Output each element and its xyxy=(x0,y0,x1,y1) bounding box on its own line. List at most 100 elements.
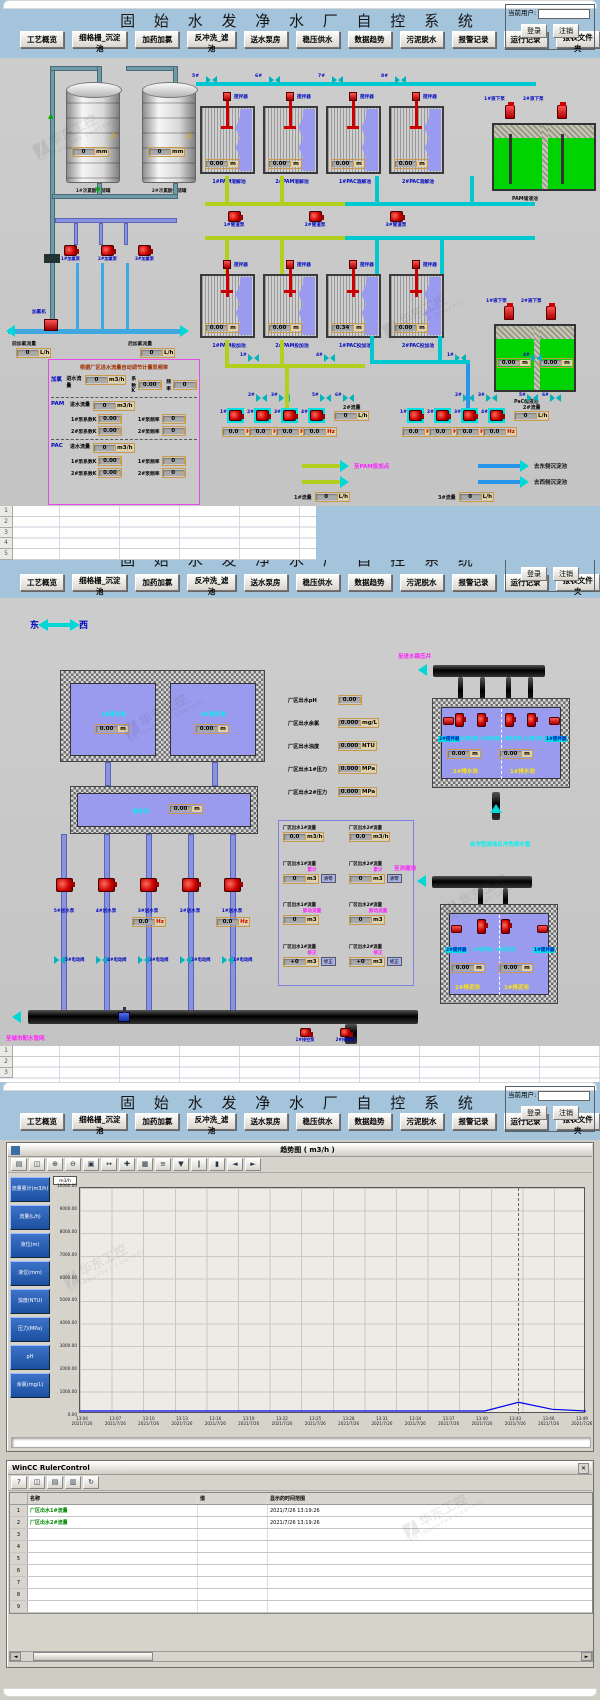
metering-pump[interactable]: 3# 0.0Hz xyxy=(456,408,483,437)
nav-button[interactable]: 加药加氯 xyxy=(135,574,179,591)
mixer-icon[interactable] xyxy=(220,260,234,300)
nav-button[interactable]: 报警记录 xyxy=(452,574,496,591)
export-icon[interactable]: ▤ xyxy=(11,1158,27,1171)
storage-tank[interactable]: ⚠ 0mm 2#次氯酸钠储罐 xyxy=(142,88,196,194)
dosing-tank[interactable]: 搅拌器 0.34m 1#PAC投加池 xyxy=(326,274,381,338)
dissolve-tank[interactable]: 8# 搅拌器 0.00m 2#PAC溶解池 xyxy=(389,106,444,174)
help-icon[interactable]: ? xyxy=(11,1476,27,1489)
valve[interactable]: 2# xyxy=(256,394,267,404)
nav-button[interactable]: 工艺概览 xyxy=(20,1113,64,1130)
valve-icon[interactable] xyxy=(269,76,280,84)
submersible-pump-icon[interactable] xyxy=(546,306,556,320)
coef-input[interactable]: 0.00 xyxy=(99,428,121,434)
table-row[interactable]: 2 厂区出水2#流量 2021/7/26 13:19:26 xyxy=(10,1517,592,1529)
select-curves-icon[interactable]: ≡ xyxy=(155,1158,171,1171)
logout-button[interactable]: 注销 xyxy=(553,24,579,38)
metering-pump[interactable]: 1# 0.0Hz xyxy=(222,408,249,437)
metering-pump[interactable]: 4# 0.0Hz xyxy=(303,408,330,437)
storage-tank[interactable]: ⚠ 0mm 1#次氯酸钠储罐 xyxy=(66,88,120,194)
zoom-area-icon[interactable]: ▣ xyxy=(83,1158,99,1171)
valve[interactable]: 6# xyxy=(550,394,561,404)
supply-pump[interactable]: 5#送水泵 xyxy=(48,878,80,927)
pump-icon[interactable] xyxy=(501,919,510,934)
curve-button[interactable]: 余氯(mg/L) xyxy=(10,1373,50,1398)
valve[interactable]: 1# xyxy=(248,354,259,364)
print-icon[interactable]: ◫ xyxy=(29,1158,45,1171)
mixer-icon[interactable] xyxy=(451,925,462,933)
login-button[interactable]: 登录 xyxy=(521,567,547,581)
original-view-icon[interactable]: ▦ xyxy=(137,1158,153,1171)
coef-input[interactable]: 0.00 xyxy=(99,458,121,464)
nav-button[interactable]: 加药加氯 xyxy=(135,31,179,48)
nav-button[interactable]: 数据趋势 xyxy=(348,31,392,48)
valve[interactable]: 4# xyxy=(531,354,542,364)
chlorine-pump[interactable]: 1#加氯泵 xyxy=(58,245,83,262)
nav-button[interactable]: 工艺概览 xyxy=(20,574,64,591)
pump-icon[interactable] xyxy=(477,713,486,727)
current-user-input[interactable] xyxy=(538,1091,590,1101)
mixer-icon[interactable] xyxy=(283,260,297,300)
pipeline-pump[interactable]: 1#管道泵 xyxy=(214,211,254,228)
next-icon[interactable]: ► xyxy=(245,1158,261,1171)
move-axes-icon[interactable]: ↔ xyxy=(101,1158,117,1171)
table-row[interactable]: 9 xyxy=(10,1601,592,1613)
flow-action-button[interactable]: 清零 xyxy=(387,874,402,883)
table-row[interactable]: 7 xyxy=(10,1577,592,1589)
motor-valve[interactable]: 3#电动阀 xyxy=(138,956,158,966)
dissolve-tank[interactable]: 7# 搅拌器 0.00m 1#PAC溶解池 xyxy=(326,106,381,174)
nav-button[interactable]: 污泥脱水 xyxy=(400,574,444,591)
nav-button[interactable]: 工艺概览 xyxy=(20,31,64,48)
valve[interactable]: 6# xyxy=(343,394,354,404)
horizontal-scrollbar[interactable]: ◄ ► xyxy=(9,1651,593,1662)
valve-icon[interactable] xyxy=(395,76,406,84)
pump-icon[interactable] xyxy=(455,713,464,727)
metering-pump[interactable]: 2# 0.0Hz xyxy=(249,408,276,437)
nav-button[interactable]: 送水泵房 xyxy=(244,1113,288,1130)
pipeline-pump[interactable]: 3#管道泵 xyxy=(376,211,416,228)
flow-action-button[interactable]: 修正 xyxy=(321,957,336,966)
supply-pump[interactable]: 3#送水泵 0.0Hz xyxy=(132,878,164,927)
motor-valve[interactable]: 5#电动阀 xyxy=(54,956,74,966)
nav-button[interactable]: 细格栅_沉淀池 xyxy=(72,31,127,48)
curve-button[interactable]: 压力(MPa) xyxy=(10,1317,50,1342)
chlorine-pump[interactable]: 2#加氯泵 xyxy=(95,245,120,262)
nav-button[interactable]: 反冲洗_滤池 xyxy=(187,574,235,591)
submersible-pump-icon[interactable] xyxy=(557,105,567,119)
curve-button[interactable]: 流量累计(m3/h) xyxy=(10,1177,50,1202)
supply-pump[interactable]: 2#送水泵 xyxy=(174,878,206,927)
coef-input[interactable]: 0.00 xyxy=(139,382,161,388)
start-stop-icon[interactable]: ▮ xyxy=(209,1158,225,1171)
logout-button[interactable]: 注销 xyxy=(553,567,579,581)
coef-input[interactable]: 0.00 xyxy=(99,416,121,422)
mixer-icon[interactable] xyxy=(220,92,234,136)
nav-button[interactable]: 送水泵房 xyxy=(244,31,288,48)
nav-button[interactable]: 污泥脱水 xyxy=(400,1113,444,1130)
mixer-icon[interactable] xyxy=(443,717,454,725)
table-row[interactable]: 1 厂区出水1#流量 2021/7/26 13:19:26 xyxy=(10,1505,592,1517)
drain-pump[interactable]: 2#排空泵 xyxy=(332,1028,358,1043)
drain-pump[interactable]: 1#排空泵 xyxy=(292,1028,318,1043)
columns-icon[interactable]: ▥ xyxy=(65,1476,81,1489)
metering-pump[interactable]: 2# 0.0Hz xyxy=(429,408,456,437)
scroll-thumb[interactable] xyxy=(33,1652,153,1661)
supply-pump[interactable]: 4#送水泵 xyxy=(90,878,122,927)
valve[interactable]: 5# xyxy=(527,394,538,404)
mixer-icon[interactable] xyxy=(537,925,548,933)
pump-icon[interactable] xyxy=(527,713,536,727)
dissolve-tank[interactable]: 5# 搅拌器 0.00m 1#PAM溶解池 xyxy=(200,106,255,174)
nav-button[interactable]: 报警记录 xyxy=(452,31,496,48)
nav-button[interactable]: 稳压供水 xyxy=(296,31,340,48)
chlorinator-icon[interactable] xyxy=(44,319,58,331)
supply-pump[interactable]: 1#送水泵 0.0Hz xyxy=(216,878,248,927)
flow-action-button[interactable]: 修正 xyxy=(387,957,402,966)
zoom-in-icon[interactable]: ⊕ xyxy=(47,1158,63,1171)
curve-button[interactable]: pH xyxy=(10,1345,50,1370)
mixer-icon[interactable] xyxy=(346,92,360,136)
dosing-tank[interactable]: 搅拌器 0.00m 2#PAC投加池 xyxy=(389,274,444,338)
close-icon[interactable]: ✕ xyxy=(578,1463,589,1474)
trend-plot[interactable] xyxy=(79,1187,585,1413)
curve-button[interactable]: 液位(m) xyxy=(10,1233,50,1258)
nav-button[interactable]: 污泥脱水 xyxy=(400,31,444,48)
current-user-input[interactable] xyxy=(538,9,590,19)
motor-valve[interactable]: 1#电动阀 xyxy=(222,956,242,966)
